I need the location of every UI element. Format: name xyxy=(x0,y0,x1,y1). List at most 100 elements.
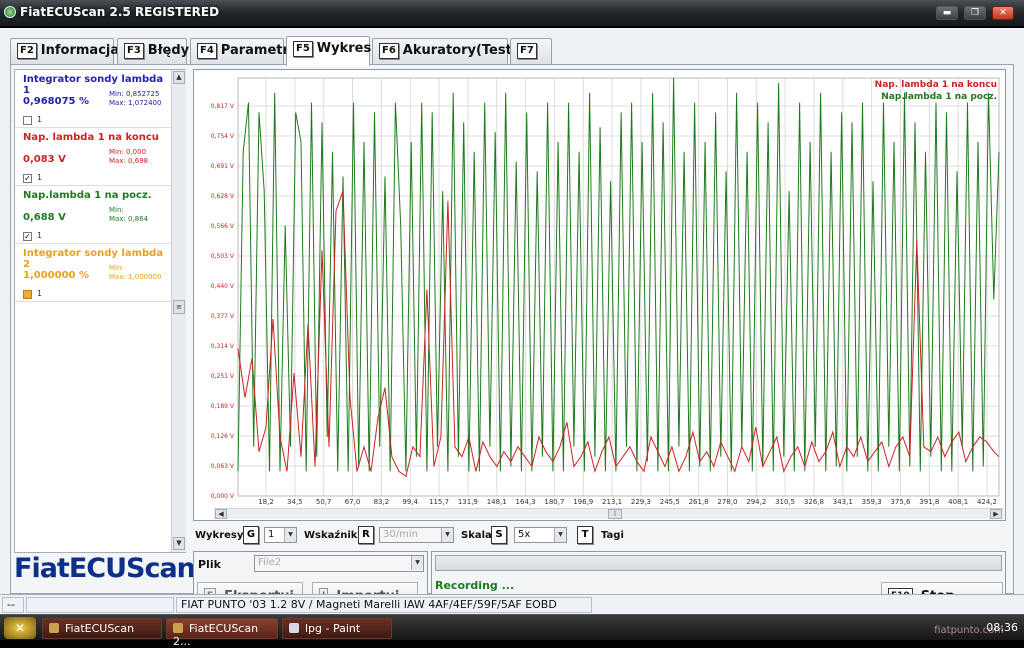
y-tick-label: 0,440 V xyxy=(211,283,235,290)
sensor-checkbox[interactable] xyxy=(23,116,32,125)
scroll-thumb-icon[interactable]: ⁞ xyxy=(608,509,622,519)
sensor-item[interactable]: Nap. lambda 1 na koncu 0,083 V Min: 0,00… xyxy=(15,128,171,186)
task-fiatecuscan[interactable]: FiatECUScan xyxy=(42,618,162,639)
maximize-button[interactable]: ❐ xyxy=(964,6,986,20)
sensor-checkbox[interactable] xyxy=(23,290,32,299)
skala-label: Skala xyxy=(461,530,492,541)
chart-horizontal-scrollbar[interactable]: ◀ ⁞ ▶ xyxy=(214,508,1004,519)
recording-status: Recording ... xyxy=(435,579,515,592)
y-tick-label: 0,377 V xyxy=(211,313,235,320)
chevron-down-icon: ▼ xyxy=(441,528,453,542)
wskaznik-label: Wskaźnik xyxy=(304,530,358,541)
tab-f7[interactable]: F7 xyxy=(510,38,552,64)
y-tick-label: 0,063 V xyxy=(211,463,235,470)
sensor-value: 1,000000 % xyxy=(23,270,90,281)
file-select[interactable]: File2 ▼ xyxy=(254,555,424,572)
skala-select[interactable]: 5x ▼ xyxy=(514,527,567,543)
sensor-min: Min: xyxy=(109,264,124,272)
vehicle-info: FIAT PUNTO '03 1.2 8V / Magneti Marelli … xyxy=(176,597,592,625)
sensor-min: Min: 0,000 xyxy=(109,148,147,156)
y-tick-label: 0,817 V xyxy=(211,103,235,110)
x-tick-label: 50,7 xyxy=(316,498,332,506)
y-tick-label: 0,503 V xyxy=(211,253,235,260)
start-button[interactable]: ✕ xyxy=(4,617,36,639)
tray-clock: 08:36 xyxy=(986,621,1018,634)
x-tick-label: 67,0 xyxy=(345,498,361,506)
sensor-item[interactable]: Integrator sondy lambda 1 0,968075 % Min… xyxy=(15,70,171,128)
tagi-label: Tagi xyxy=(601,530,624,541)
window-title: FiatECUScan 2.5 REGISTERED xyxy=(20,5,220,19)
x-tick-label: 229,3 xyxy=(631,498,651,506)
sensor-name: Nap.lambda 1 na pocz. xyxy=(23,190,152,201)
minimize-button[interactable]: ▬ xyxy=(936,6,958,20)
x-tick-label: 180,7 xyxy=(544,498,564,506)
wykresy-select[interactable]: 1 ▼ xyxy=(264,527,297,543)
status-left: -- xyxy=(2,597,24,613)
sensor-value: 0,688 V xyxy=(23,212,66,223)
tab-label: Akuratory(Testy) xyxy=(402,43,527,58)
sensor-max: Max: 1,072400 xyxy=(109,99,162,107)
tab-parametry[interactable]: F4 Parametry xyxy=(190,38,297,64)
app-window: F2 Informacja F3 Błędy F4 Parametry F5 Wykre… xyxy=(0,28,1024,613)
sensor-checkbox[interactable]: ✓ xyxy=(23,174,32,183)
recording-progress-bar xyxy=(435,555,1002,571)
task-label: FiatECUScan 2... xyxy=(173,622,259,648)
y-tick-label: 0,251 V xyxy=(211,373,235,380)
scroll-down-icon[interactable]: ▼ xyxy=(173,537,185,550)
tab-key: F3 xyxy=(124,43,144,59)
chevron-down-icon: ▼ xyxy=(284,528,296,542)
x-tick-label: 408,1 xyxy=(948,498,968,506)
x-tick-label: 343,1 xyxy=(833,498,853,506)
fiatecuscan-logo: FiatECUScan xyxy=(14,553,196,584)
sensor-chart-number: 1 xyxy=(37,115,43,124)
x-tick-label: 131,9 xyxy=(458,498,478,506)
legend-item-koncu: Nap. lambda 1 na koncu xyxy=(874,80,997,90)
taskbar: ✕ FiatECUScan FiatECUScan 2... lpg - Pai… xyxy=(0,614,1024,648)
tab-bledy[interactable]: F3 Błędy xyxy=(117,38,189,64)
x-tick-label: 196,9 xyxy=(573,498,593,506)
sensor-value: 0,968075 % xyxy=(23,96,90,107)
scroll-up-icon[interactable]: ▲ xyxy=(173,71,185,84)
wykresy-value: 1 xyxy=(268,529,275,540)
tagi-key[interactable]: T xyxy=(577,526,593,544)
close-button[interactable]: ✕ xyxy=(992,6,1014,20)
sensor-max: Max: 0,698 xyxy=(109,157,149,165)
x-tick-label: 34,5 xyxy=(287,498,303,506)
chevron-down-icon: ▼ xyxy=(411,556,423,570)
tab-akuratory[interactable]: F6 Akuratory(Testy) xyxy=(372,38,526,64)
sensor-min-max: Min: Max: 1,000000 xyxy=(109,264,161,282)
y-tick-label: 0,000 V xyxy=(211,493,235,500)
wskaznik-value: 30/min xyxy=(383,529,418,540)
sensor-item[interactable]: Integrator sondy lambda 2 1,000000 % Min… xyxy=(15,244,171,302)
file-value: File2 xyxy=(258,557,282,568)
sensor-list-scrollbar[interactable]: ▲ ≡ ▼ xyxy=(171,70,186,552)
sensor-chart-number: 1 xyxy=(37,231,43,240)
sensor-min: Min: 0,852725 xyxy=(109,90,160,98)
wykresy-label: Wykresy xyxy=(195,530,244,541)
tab-informacja[interactable]: F2 Informacja xyxy=(10,38,119,64)
x-tick-label: 326,8 xyxy=(804,498,824,506)
app-icon xyxy=(4,6,16,18)
task-fiatecuscan-2[interactable]: FiatECUScan 2... xyxy=(166,618,278,648)
x-tick-label: 164,3 xyxy=(516,498,536,506)
x-tick-label: 213,1 xyxy=(602,498,622,506)
x-tick-label: 424,2 xyxy=(977,498,997,506)
sensor-checkbox[interactable]: ✓ xyxy=(23,232,32,241)
y-tick-label: 0,126 V xyxy=(211,433,235,440)
scroll-right-icon[interactable]: ▶ xyxy=(990,509,1002,519)
x-tick-label: 391,8 xyxy=(919,498,939,506)
sensor-value: 0,083 V xyxy=(23,154,66,165)
scroll-left-icon[interactable]: ◀ xyxy=(215,509,227,519)
status-bar: -- FIAT PUNTO '03 1.2 8V / Magneti Marel… xyxy=(0,594,1024,625)
tab-wykres[interactable]: F5 Wykres xyxy=(286,36,371,66)
wykresy-key[interactable]: G xyxy=(243,526,259,544)
wskaznik-select[interactable]: 30/min ▼ xyxy=(379,527,454,543)
sensor-item[interactable]: Nap.lambda 1 na pocz. 0,688 V Min: Max: 0… xyxy=(15,186,171,244)
skala-key[interactable]: S xyxy=(491,526,507,544)
x-tick-label: 310,5 xyxy=(775,498,795,506)
task-label: FiatECUScan xyxy=(65,622,135,635)
wskaznik-key[interactable]: R xyxy=(358,526,374,544)
task-paint[interactable]: lpg - Paint xyxy=(282,618,392,639)
scroll-thumb-icon[interactable]: ≡ xyxy=(173,300,185,314)
sensor-min-max: Min: 0,000 Max: 0,698 xyxy=(109,148,148,166)
